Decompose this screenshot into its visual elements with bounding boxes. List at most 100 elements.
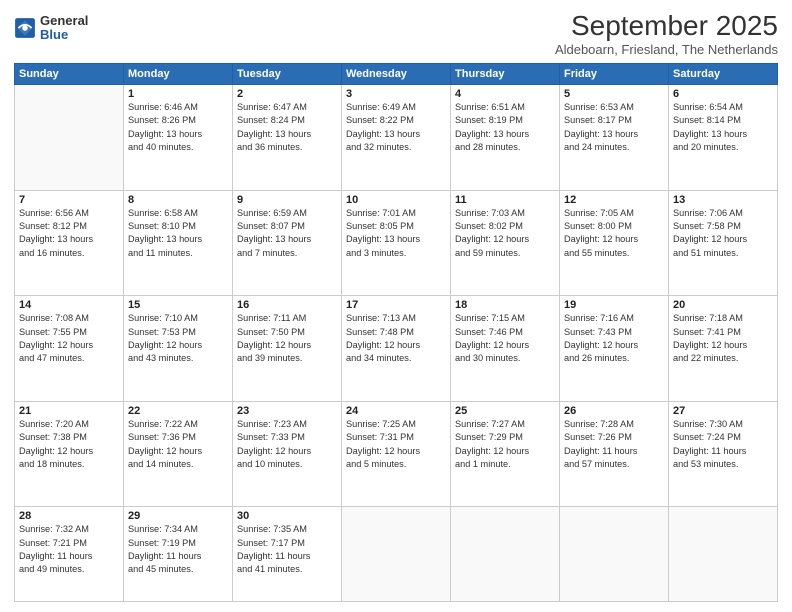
day-info-line: Sunrise: 7:28 AM — [564, 418, 664, 431]
table-row: 17Sunrise: 7:13 AMSunset: 7:48 PMDayligh… — [342, 296, 451, 402]
day-info-line: Daylight: 12 hours — [237, 445, 337, 458]
day-info-line: Sunrise: 7:25 AM — [346, 418, 446, 431]
day-info-line: Sunset: 8:22 PM — [346, 114, 446, 127]
day-number: 19 — [564, 299, 664, 311]
day-info: Sunrise: 6:59 AMSunset: 8:07 PMDaylight:… — [237, 207, 337, 260]
day-info: Sunrise: 7:20 AMSunset: 7:38 PMDaylight:… — [19, 418, 119, 471]
day-info: Sunrise: 7:13 AMSunset: 7:48 PMDaylight:… — [346, 312, 446, 365]
day-number: 30 — [237, 510, 337, 522]
day-number: 2 — [237, 88, 337, 100]
day-info-line: Sunset: 8:05 PM — [346, 220, 446, 233]
table-row — [669, 507, 778, 602]
day-info-line: and 28 minutes. — [455, 141, 555, 154]
day-info-line: Daylight: 11 hours — [237, 550, 337, 563]
col-friday: Friday — [560, 64, 669, 85]
day-number: 1 — [128, 88, 228, 100]
calendar-week-row: 28Sunrise: 7:32 AMSunset: 7:21 PMDayligh… — [15, 507, 778, 602]
calendar-week-row: 1Sunrise: 6:46 AMSunset: 8:26 PMDaylight… — [15, 85, 778, 191]
day-info-line: Sunset: 7:55 PM — [19, 326, 119, 339]
day-info-line: and 55 minutes. — [564, 247, 664, 260]
day-info-line: and 16 minutes. — [19, 247, 119, 260]
logo: General Blue — [14, 14, 88, 43]
col-monday: Monday — [124, 64, 233, 85]
day-info: Sunrise: 6:47 AMSunset: 8:24 PMDaylight:… — [237, 101, 337, 154]
day-number: 6 — [673, 88, 773, 100]
day-number: 23 — [237, 405, 337, 417]
day-info-line: Sunset: 8:00 PM — [564, 220, 664, 233]
day-info-line: Daylight: 12 hours — [128, 339, 228, 352]
day-info-line: Sunset: 7:33 PM — [237, 431, 337, 444]
day-info-line: Sunrise: 7:35 AM — [237, 523, 337, 536]
table-row: 25Sunrise: 7:27 AMSunset: 7:29 PMDayligh… — [451, 401, 560, 507]
day-info: Sunrise: 6:54 AMSunset: 8:14 PMDaylight:… — [673, 101, 773, 154]
day-number: 20 — [673, 299, 773, 311]
day-info: Sunrise: 7:35 AMSunset: 7:17 PMDaylight:… — [237, 523, 337, 576]
day-info-line: Daylight: 12 hours — [673, 233, 773, 246]
day-number: 8 — [128, 194, 228, 206]
day-info-line: and 36 minutes. — [237, 141, 337, 154]
table-row: 10Sunrise: 7:01 AMSunset: 8:05 PMDayligh… — [342, 190, 451, 296]
day-info-line: and 49 minutes. — [19, 563, 119, 576]
day-info-line: and 34 minutes. — [346, 352, 446, 365]
day-info-line: Daylight: 12 hours — [346, 445, 446, 458]
day-number: 16 — [237, 299, 337, 311]
day-info-line: Sunrise: 7:13 AM — [346, 312, 446, 325]
day-info-line: and 24 minutes. — [564, 141, 664, 154]
logo-icon — [14, 17, 36, 39]
day-number: 5 — [564, 88, 664, 100]
day-info: Sunrise: 7:27 AMSunset: 7:29 PMDaylight:… — [455, 418, 555, 471]
day-number: 26 — [564, 405, 664, 417]
day-info-line: Daylight: 13 hours — [237, 128, 337, 141]
day-info-line: Daylight: 13 hours — [346, 128, 446, 141]
day-info-line: Sunset: 7:24 PM — [673, 431, 773, 444]
day-info-line: and 39 minutes. — [237, 352, 337, 365]
day-info-line: Sunset: 7:38 PM — [19, 431, 119, 444]
day-number: 17 — [346, 299, 446, 311]
day-info-line: Daylight: 12 hours — [455, 445, 555, 458]
day-info-line: Sunset: 7:26 PM — [564, 431, 664, 444]
day-number: 21 — [19, 405, 119, 417]
day-info-line: Daylight: 12 hours — [19, 445, 119, 458]
day-info-line: and 43 minutes. — [128, 352, 228, 365]
day-info-line: Sunset: 7:31 PM — [346, 431, 446, 444]
day-info-line: Daylight: 13 hours — [128, 128, 228, 141]
day-info-line: Sunrise: 7:18 AM — [673, 312, 773, 325]
day-number: 15 — [128, 299, 228, 311]
day-info-line: Sunrise: 7:23 AM — [237, 418, 337, 431]
calendar-week-row: 7Sunrise: 6:56 AMSunset: 8:12 PMDaylight… — [15, 190, 778, 296]
day-number: 4 — [455, 88, 555, 100]
day-info-line: Daylight: 11 hours — [19, 550, 119, 563]
table-row — [560, 507, 669, 602]
month-title: September 2025 — [555, 10, 778, 42]
day-number: 11 — [455, 194, 555, 206]
day-info-line: and 14 minutes. — [128, 458, 228, 471]
day-info: Sunrise: 7:25 AMSunset: 7:31 PMDaylight:… — [346, 418, 446, 471]
day-info: Sunrise: 7:01 AMSunset: 8:05 PMDaylight:… — [346, 207, 446, 260]
day-info: Sunrise: 7:08 AMSunset: 7:55 PMDaylight:… — [19, 312, 119, 365]
day-info-line: and 59 minutes. — [455, 247, 555, 260]
day-info: Sunrise: 7:05 AMSunset: 8:00 PMDaylight:… — [564, 207, 664, 260]
day-number: 9 — [237, 194, 337, 206]
day-info-line: Sunrise: 7:32 AM — [19, 523, 119, 536]
table-row: 12Sunrise: 7:05 AMSunset: 8:00 PMDayligh… — [560, 190, 669, 296]
col-sunday: Sunday — [15, 64, 124, 85]
day-info-line: Sunset: 8:02 PM — [455, 220, 555, 233]
day-info-line: Sunrise: 7:30 AM — [673, 418, 773, 431]
day-info-line: Daylight: 13 hours — [564, 128, 664, 141]
day-info-line: Sunrise: 7:05 AM — [564, 207, 664, 220]
day-info-line: and 26 minutes. — [564, 352, 664, 365]
col-thursday: Thursday — [451, 64, 560, 85]
table-row — [451, 507, 560, 602]
day-number: 7 — [19, 194, 119, 206]
table-row: 8Sunrise: 6:58 AMSunset: 8:10 PMDaylight… — [124, 190, 233, 296]
day-info-line: Sunset: 8:19 PM — [455, 114, 555, 127]
day-info-line: Daylight: 12 hours — [564, 339, 664, 352]
table-row: 4Sunrise: 6:51 AMSunset: 8:19 PMDaylight… — [451, 85, 560, 191]
day-info-line: Sunset: 8:12 PM — [19, 220, 119, 233]
day-info-line: Sunset: 7:29 PM — [455, 431, 555, 444]
day-info-line: Daylight: 13 hours — [128, 233, 228, 246]
day-info: Sunrise: 7:15 AMSunset: 7:46 PMDaylight:… — [455, 312, 555, 365]
day-info-line: Daylight: 13 hours — [346, 233, 446, 246]
day-info-line: Sunrise: 6:53 AM — [564, 101, 664, 114]
day-info-line: Sunset: 8:14 PM — [673, 114, 773, 127]
